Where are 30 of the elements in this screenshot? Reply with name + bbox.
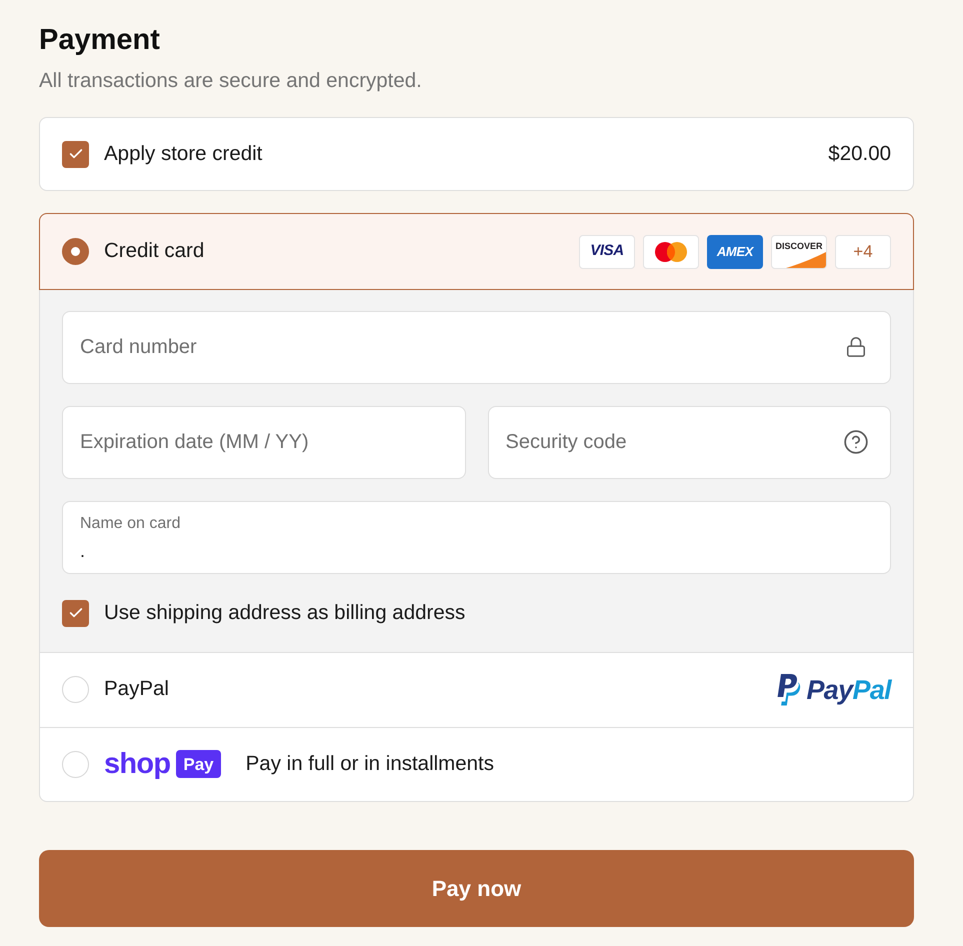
overlapping-circles-icon	[643, 234, 699, 268]
billing-address-label: Use shipping address as billing address	[104, 600, 466, 626]
payment-method-label: Credit card	[104, 238, 206, 264]
pay-badge: Pay	[176, 750, 221, 778]
expiration-date-field[interactable]: Expiration date (MM / YY)	[62, 406, 466, 479]
discover-logo: DISCOVER	[771, 234, 827, 268]
visa-logo: VISA	[579, 234, 635, 268]
more-brands-badge: +4	[835, 234, 891, 268]
p-mark-icon	[776, 674, 802, 706]
radio-button[interactable]	[62, 238, 89, 265]
field-label: Name on card	[80, 514, 180, 534]
payment-option-row[interactable]: Credit card VISA AMEX DISCOVER +4	[39, 213, 914, 290]
paypal-wordmark: PayPal	[806, 674, 891, 706]
shop-wordmark: shop	[104, 748, 170, 780]
credit-amount: $20.00	[828, 140, 891, 167]
page-title: Payment	[39, 23, 161, 58]
security-code-field[interactable]: Security code	[488, 406, 891, 479]
payment-method-description: Pay in full or in installments	[246, 750, 494, 777]
payment-method-label: PayPal	[104, 676, 170, 702]
payment-option-row[interactable]: PayPal PayPal	[39, 652, 914, 727]
amex-logo: AMEX	[707, 234, 763, 268]
store-credit-label: Apply store credit	[104, 140, 264, 167]
checkbox[interactable]	[62, 600, 89, 627]
pay-now-button[interactable]: Pay now	[39, 850, 914, 927]
card-number-field[interactable]: Card number	[62, 311, 891, 384]
help-icon[interactable]	[843, 429, 869, 455]
lock-icon	[845, 336, 867, 358]
checkbox[interactable]	[62, 140, 89, 168]
page-subtitle: All transactions are secure and encrypted.	[39, 69, 423, 93]
payment-option-row[interactable]: shop Pay Pay in full or in installments	[39, 726, 914, 802]
